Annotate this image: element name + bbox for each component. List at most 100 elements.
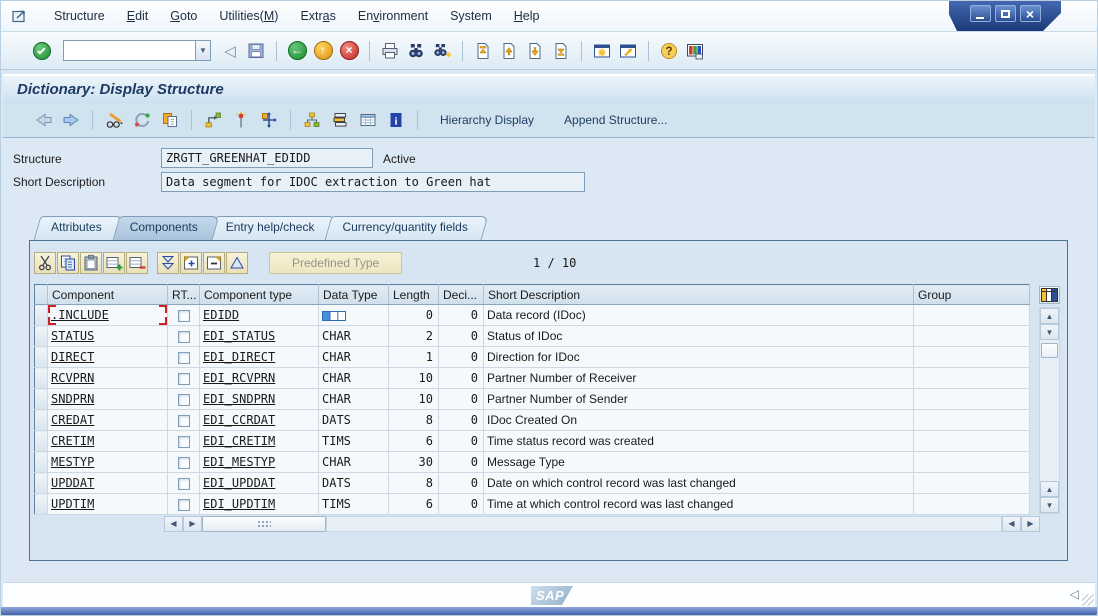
customize-layout-button[interactable] — [683, 39, 707, 63]
rt-checkbox[interactable] — [178, 331, 190, 343]
first-page-button[interactable] — [471, 39, 495, 63]
scroll-right-end-button[interactable]: ▶ — [1021, 516, 1040, 532]
short-description-cell[interactable]: Time status record was created — [484, 431, 914, 452]
short-description-cell[interactable]: Data record (IDoc) — [484, 305, 914, 326]
data-type-cell[interactable]: TIMS — [319, 494, 389, 515]
component-link[interactable]: .INCLUDE — [51, 308, 109, 322]
short-description-cell[interactable]: Direction for IDoc — [484, 347, 914, 368]
table-contents-button[interactable] — [355, 107, 381, 133]
menu-item-environment[interactable]: Environment — [347, 1, 439, 31]
length-cell[interactable]: 10 — [389, 389, 439, 410]
decimals-cell[interactable]: 0 — [439, 494, 484, 515]
find-button[interactable] — [404, 39, 428, 63]
database-utility-button[interactable] — [327, 107, 353, 133]
rt-checkbox[interactable] — [178, 310, 190, 322]
col-decimals[interactable]: Deci... — [439, 285, 484, 305]
insert-row-button[interactable] — [103, 252, 125, 274]
length-cell[interactable]: 6 — [389, 431, 439, 452]
scroll-left-end-button[interactable]: ◀ — [1002, 516, 1021, 532]
short-description-cell[interactable]: Message Type — [484, 452, 914, 473]
technical-info-button[interactable]: i — [383, 107, 409, 133]
activate-button[interactable] — [228, 107, 254, 133]
short-description-field[interactable] — [161, 172, 585, 192]
length-cell[interactable]: 1 — [389, 347, 439, 368]
hierarchy-button[interactable] — [299, 107, 325, 133]
short-description-cell[interactable]: IDoc Created On — [484, 410, 914, 431]
data-type-cell[interactable]: CHAR — [319, 452, 389, 473]
scroll-left-button[interactable]: ◀ — [164, 516, 183, 532]
length-cell[interactable]: 8 — [389, 473, 439, 494]
component-type-link[interactable]: EDI_CCRDAT — [203, 413, 275, 427]
component-type-link[interactable]: EDI_STATUS — [203, 329, 275, 343]
delete-block-button[interactable] — [203, 252, 225, 274]
short-description-cell[interactable]: Time at which control record was last ch… — [484, 494, 914, 515]
minimize-button[interactable] — [970, 5, 991, 22]
find-next-button[interactable] — [430, 39, 454, 63]
new-session-button[interactable] — [590, 39, 614, 63]
group-cell[interactable] — [914, 410, 1030, 431]
row-selector[interactable] — [35, 368, 48, 389]
copy-button[interactable] — [157, 107, 183, 133]
rt-checkbox[interactable] — [178, 352, 190, 364]
table-row[interactable]: DIRECT EDI_DIRECT CHAR 1 0 Direction for… — [35, 347, 1030, 368]
rt-checkbox[interactable] — [178, 415, 190, 427]
col-length[interactable]: Length — [389, 285, 439, 305]
append-structure-button[interactable]: Append Structure... — [553, 109, 678, 131]
enter-button[interactable] — [30, 39, 54, 63]
data-type-cell[interactable]: CHAR — [319, 389, 389, 410]
back-button[interactable]: ← — [285, 39, 309, 63]
length-cell[interactable]: 0 — [389, 305, 439, 326]
row-selector[interactable] — [35, 389, 48, 410]
rt-checkbox[interactable] — [178, 457, 190, 469]
group-cell[interactable] — [914, 305, 1030, 326]
short-description-cell[interactable]: Partner Number of Receiver — [484, 368, 914, 389]
decimals-cell[interactable]: 0 — [439, 368, 484, 389]
group-cell[interactable] — [914, 389, 1030, 410]
table-row[interactable]: CREDAT EDI_CCRDAT DATS 8 0 IDoc Created … — [35, 410, 1030, 431]
row-selector[interactable] — [35, 473, 48, 494]
decimals-cell[interactable]: 0 — [439, 326, 484, 347]
component-type-link[interactable]: EDI_SNDPRN — [203, 392, 275, 406]
row-selector[interactable] — [35, 431, 48, 452]
print-button[interactable] — [378, 39, 402, 63]
short-description-cell[interactable]: Status of IDoc — [484, 326, 914, 347]
group-cell[interactable] — [914, 494, 1030, 515]
resize-grip[interactable] — [1082, 594, 1094, 606]
horizontal-scroll-thumb[interactable] — [202, 516, 326, 532]
paste-rows-button[interactable] — [80, 252, 102, 274]
table-row[interactable]: MESTYP EDI_MESTYP CHAR 30 0 Message Type — [35, 452, 1030, 473]
decimals-cell[interactable]: 0 — [439, 347, 484, 368]
col-rt[interactable]: RT... — [168, 285, 200, 305]
command-dropdown-icon[interactable]: ▼ — [195, 40, 211, 61]
menu-item-system[interactable]: System — [439, 1, 503, 31]
decimals-cell[interactable]: 0 — [439, 389, 484, 410]
group-cell[interactable] — [914, 326, 1030, 347]
select-block-button[interactable] — [157, 252, 179, 274]
row-selector[interactable] — [35, 347, 48, 368]
group-cell[interactable] — [914, 452, 1030, 473]
scroll-down-button[interactable]: ▼ — [1040, 324, 1059, 340]
tab-attributes[interactable]: Attributes — [37, 216, 120, 240]
scroll-down-bottom-button[interactable]: ▼ — [1040, 497, 1059, 513]
length-cell[interactable]: 8 — [389, 410, 439, 431]
group-cell[interactable] — [914, 431, 1030, 452]
group-cell[interactable] — [914, 473, 1030, 494]
where-used-list-button[interactable] — [200, 107, 226, 133]
scroll-right-button[interactable]: ▶ — [183, 516, 202, 532]
back-arrow-button[interactable] — [30, 107, 56, 133]
cancel-button[interactable]: × — [337, 39, 361, 63]
runtime-object-button[interactable] — [256, 107, 282, 133]
component-type-link[interactable]: EDI_UPDDAT — [203, 476, 275, 490]
rt-checkbox[interactable] — [178, 394, 190, 406]
row-selector[interactable] — [35, 410, 48, 431]
help-button[interactable]: ? — [657, 39, 681, 63]
back-triangle-button[interactable]: ◁ — [218, 39, 242, 63]
data-type-cell[interactable]: TIMS — [319, 431, 389, 452]
tab-components[interactable]: Components — [116, 216, 216, 240]
table-row[interactable]: SNDPRN EDI_SNDPRN CHAR 10 0 Partner Numb… — [35, 389, 1030, 410]
menu-item-utilities[interactable]: Utilities(M) — [208, 1, 289, 31]
table-configuration-button[interactable] — [1039, 286, 1060, 304]
tab-currency-quantity-fields[interactable]: Currency/quantity fields — [328, 216, 485, 240]
decimals-cell[interactable]: 0 — [439, 410, 484, 431]
rt-checkbox[interactable] — [178, 499, 190, 511]
